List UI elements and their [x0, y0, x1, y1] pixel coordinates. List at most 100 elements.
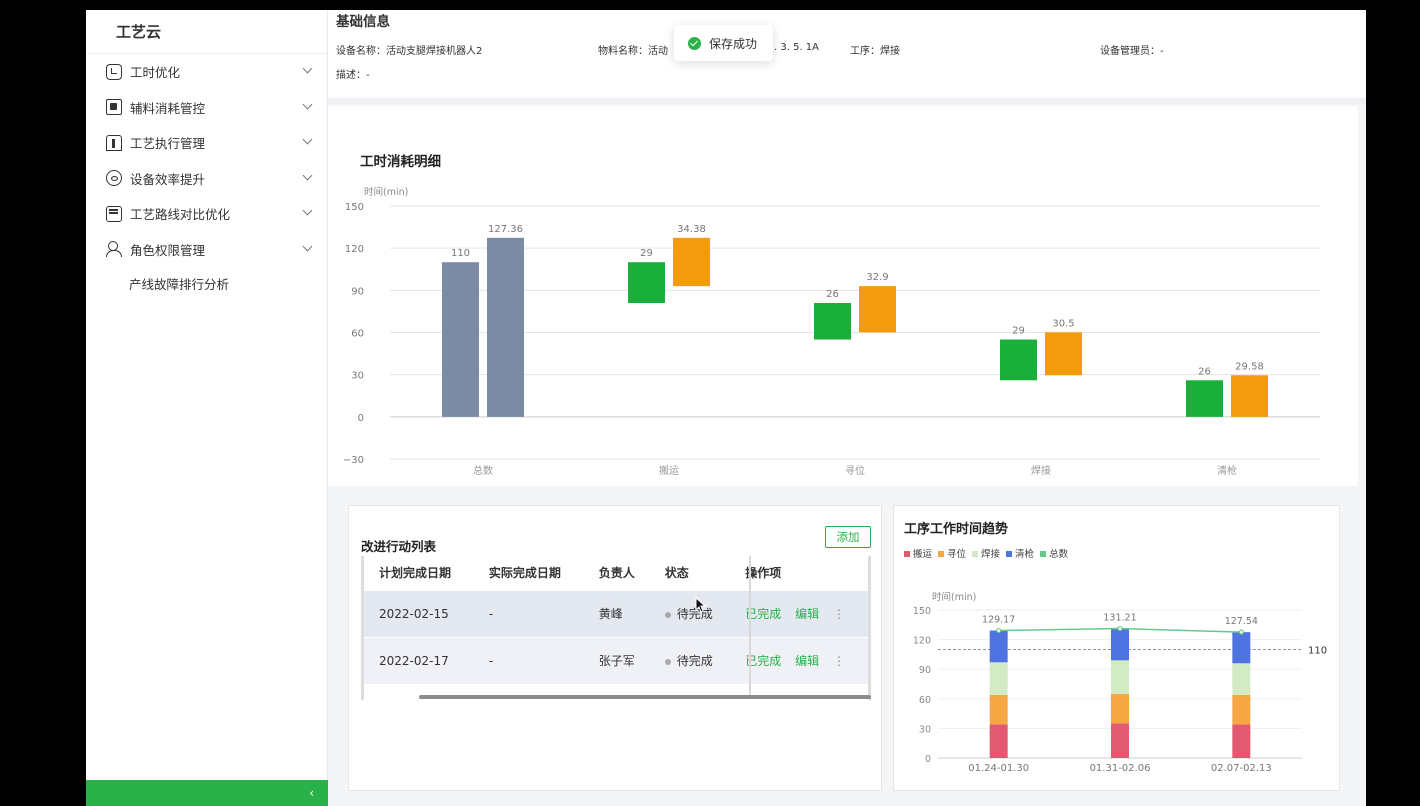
sidebar-item-material-control[interactable]: 辅料消耗管控: [86, 90, 327, 126]
chevron-down-icon: [302, 170, 313, 180]
sidebar-item-process-execution[interactable]: 工艺执行管理: [86, 125, 327, 161]
toast-text: 保存成功: [709, 36, 758, 51]
bar: [673, 237, 710, 287]
section-title: 基础信息: [336, 14, 390, 30]
sidebar-collapse-button[interactable]: ‹: [86, 780, 328, 806]
owner: 黄峰: [580, 589, 647, 637]
stack-segment: [1111, 723, 1129, 758]
x-tick-label: 01.31-02.06: [1090, 763, 1151, 774]
bar: [1045, 332, 1082, 376]
bar: [442, 262, 479, 417]
data-label: 32.9: [866, 272, 888, 283]
process-trend-panel: 工序工作时间趋势 搬运 寻位 焊接 清枪 总数 时间(min) 0 30 60 90 12…: [893, 505, 1340, 791]
y-tick-label: 90: [919, 665, 931, 676]
data-label: 127.36: [488, 224, 523, 235]
planned-date: 2022-02-15: [361, 589, 471, 637]
sidebar-item-line-fault-ranking[interactable]: 产线故障排行分析: [86, 267, 327, 303]
route-icon: [106, 205, 122, 222]
y-tick-label: 150: [345, 202, 364, 213]
data-label: 29: [1012, 326, 1025, 337]
more-icon[interactable]: ⋮: [833, 654, 845, 668]
process-name: 工序：焊接: [850, 46, 900, 57]
edit-link[interactable]: 编辑: [795, 654, 819, 668]
column-header[interactable]: 负责人: [580, 556, 647, 590]
app-logo: 工艺云: [86, 10, 327, 54]
process-trend-chart: 时间(min) 0 30 60 90 120 150 110 01.24-01.30 129.17…: [913, 591, 1327, 774]
material-version: . 3. 5. 1A: [774, 42, 819, 53]
add-action-button[interactable]: 添加: [825, 526, 871, 548]
planned-date: 2022-02-17: [361, 636, 471, 684]
actual-date: -: [470, 589, 581, 637]
data-label: 131.21: [1103, 613, 1136, 624]
sidebar-item-label: 角色权限管理: [130, 242, 206, 258]
x-tick-label: 02.07-02.13: [1211, 763, 1272, 774]
fixed-column-divider: [749, 556, 751, 696]
sidebar-item-route-comparison[interactable]: 工艺路线对比优化: [86, 196, 327, 232]
stack-segment: [1232, 663, 1251, 695]
y-tick-label: 90: [351, 286, 364, 297]
stack-segment: [1111, 660, 1129, 694]
column-header[interactable]: 实际完成日期: [470, 556, 581, 590]
x-tick-label: 清枪: [1217, 464, 1237, 477]
data-label: 29.58: [1235, 361, 1264, 372]
sidebar-item-equipment-efficiency[interactable]: 设备效率提升: [86, 161, 327, 197]
status-dot: [664, 611, 671, 618]
data-label: 26: [826, 289, 839, 300]
sidebar-item-labor-optimization[interactable]: 工时优化: [86, 54, 327, 90]
horizontal-scrollbar[interactable]: [419, 695, 871, 699]
edit-link[interactable]: 编辑: [795, 607, 819, 621]
panel-title: 改进行动列表: [361, 539, 437, 554]
chevron-down-icon: [302, 134, 313, 145]
y-tick-label: 30: [919, 724, 931, 735]
sidebar-item-label: 工时优化: [130, 65, 181, 81]
stack-segment: [989, 694, 1008, 725]
y-tick-label: 60: [351, 329, 364, 340]
gauge-icon: [106, 170, 122, 187]
material-icon: [106, 99, 122, 116]
stack-segment: [989, 662, 1008, 695]
table-row[interactable]: 2022-02-15 - 黄峰 待完成 已完成 编辑 ⋮: [361, 589, 871, 637]
bar: [487, 237, 524, 417]
status-cell: 待完成: [646, 636, 728, 684]
data-label: 30.5: [1052, 318, 1074, 329]
data-label: 34.38: [677, 224, 706, 235]
action-list-panel: 改进行动列表 添加 计划完成日期 实际完成日期 负责人 状态 操作项 2022-…: [348, 505, 882, 791]
stack-segment: [989, 724, 1008, 758]
bar: [1186, 380, 1223, 417]
sidebar: 工艺云 工时优化 辅料消耗管控 工艺执行管理 设备效率提升 工艺路线对比优化 角…: [86, 10, 328, 806]
chevron-down-icon: [302, 241, 313, 251]
sidebar-item-label: 工艺路线对比优化: [130, 207, 231, 223]
column-header[interactable]: 状态: [646, 556, 728, 590]
app-window: 工艺云 工时优化 辅料消耗管控 工艺执行管理 设备效率提升 工艺路线对比优化 角…: [86, 10, 1366, 806]
user-group-icon: [106, 241, 122, 258]
y-tick-label: 60: [919, 695, 931, 706]
bar: [1231, 375, 1268, 417]
sidebar-item-role-permissions[interactable]: 角色权限管理: [86, 232, 327, 268]
data-label: 29: [640, 248, 653, 259]
y-tick-label: 120: [345, 244, 364, 255]
status-dot: [664, 658, 671, 665]
y-axis-label: 时间(min): [932, 591, 976, 603]
y-tick-label: 0: [358, 413, 364, 424]
device-name: 设备名称：活动支腿焊接机器人2: [336, 46, 483, 57]
chevron-left-icon: ‹: [309, 786, 314, 800]
x-tick-label: 搬运: [659, 464, 679, 477]
x-tick-label: 01.24-01.30: [968, 763, 1029, 774]
basic-info-section: 基础信息 设备名称：活动支腿焊接机器人2 物料名称：活动 . 3. 5. 1A …: [328, 10, 1366, 104]
device-admin: 设备管理员：-: [1100, 46, 1164, 57]
action-table: 计划完成日期 实际完成日期 负责人 状态 操作项 2022-02-15 - 黄峰…: [361, 556, 871, 684]
sidebar-item-label: 工艺执行管理: [130, 136, 206, 152]
status-text: 待完成: [676, 654, 713, 669]
status-cell: 待完成: [646, 589, 728, 637]
stack-segment: [989, 630, 1008, 663]
sidebar-menu: 工时优化 辅料消耗管控 工艺执行管理 设备效率提升 工艺路线对比优化 角色权限管…: [86, 54, 327, 303]
column-header[interactable]: 计划完成日期: [361, 556, 471, 590]
x-tick-label: 寻位: [845, 464, 865, 477]
more-icon[interactable]: ⋮: [833, 607, 845, 621]
data-label: 26: [1198, 366, 1211, 377]
x-tick-label: 焊接: [1031, 464, 1051, 477]
stack-segment: [1111, 693, 1129, 724]
description: 描述：-: [336, 70, 370, 81]
table-row[interactable]: 2022-02-17 - 张子军 待完成 已完成 编辑 ⋮: [361, 636, 871, 684]
bar: [628, 262, 665, 303]
